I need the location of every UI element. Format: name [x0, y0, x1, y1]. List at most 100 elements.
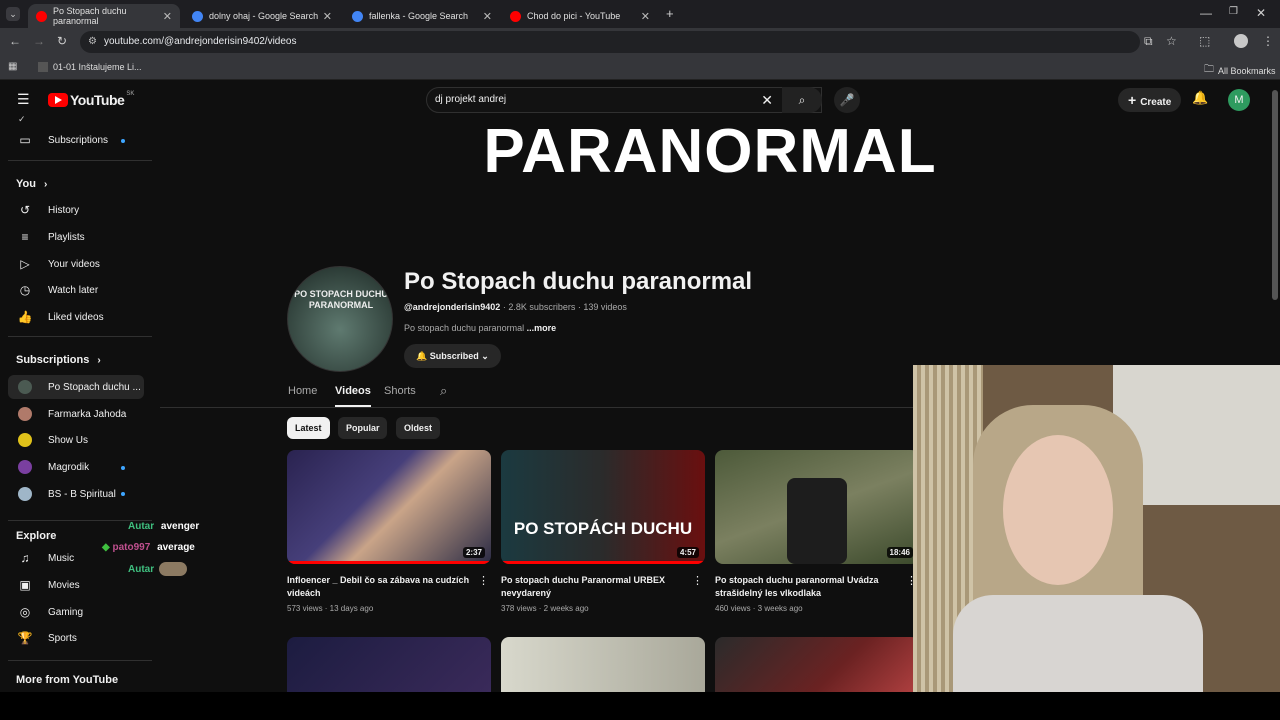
new-tab-icon[interactable]: + [666, 6, 674, 21]
search-icon: ⌕ [798, 92, 806, 107]
video-title[interactable]: Po stopach duchu Paranormal URBEX nevyda… [501, 574, 705, 600]
sidebar-you-heading[interactable]: You › [16, 178, 47, 190]
apps-icon[interactable]: ▦ [8, 61, 17, 72]
clock-icon: ◷ [19, 283, 31, 297]
channel-avatar [18, 407, 32, 421]
minimize-icon[interactable]: — [1200, 6, 1212, 20]
tab-0[interactable]: Po Stopach duchu paranormal ✕ [28, 4, 180, 28]
tab-search-icon[interactable]: ⌄ [6, 7, 20, 21]
hamburger-menu-icon[interactable]: ☰ [17, 91, 30, 108]
video-thumbnail[interactable] [501, 637, 705, 692]
you-heading-label: You [16, 178, 36, 190]
sidebar-item-playlists[interactable]: ≡ Playlists [8, 225, 144, 249]
filter-popular[interactable]: Popular [337, 417, 388, 439]
channel-search-icon[interactable]: ⌕ [440, 383, 447, 399]
bookmark-item[interactable]: 01-01 Inštalujeme Li... [38, 62, 142, 72]
restore-icon[interactable]: ❐ [1229, 6, 1238, 17]
channel-avatar-large[interactable]: PO STOPACH DUCHU PARANORMAL [287, 266, 393, 372]
video-card[interactable]: 2:37 Infloencer _ Debil čo sa zábava na … [287, 450, 491, 613]
forward-icon[interactable]: → [33, 34, 45, 48]
address-bar-row: ← → ↻ ⚙ youtube.com/@andrejonderisin9402… [0, 28, 1280, 56]
microphone-icon: 🎤 [839, 93, 855, 107]
video-thumbnail[interactable]: 2:37 [287, 450, 491, 564]
video-title[interactable]: Po stopach duchu paranormal Uvádza straš… [715, 574, 919, 600]
sidebar-item-history[interactable]: ↺ History [8, 198, 144, 222]
filter-latest[interactable]: Latest [287, 417, 330, 439]
tab-close-icon[interactable]: ✕ [323, 10, 332, 23]
webcam-overlay [913, 365, 1280, 692]
chevron-down-icon: ⌄ [481, 351, 489, 361]
video-thumbnail[interactable]: 18:46 [715, 450, 919, 564]
filter-oldest[interactable]: Oldest [395, 417, 440, 439]
page-scrollbar[interactable] [1272, 90, 1278, 300]
shorts-icon-partial[interactable]: ✓ [18, 114, 26, 125]
tab-videos[interactable]: Videos [335, 385, 371, 407]
your-videos-icon: ▷ [20, 257, 30, 271]
sidebar-item-gaming[interactable]: ◎ Gaming [8, 600, 144, 624]
tab-1[interactable]: dolny ohaj - Google Search ✕ [184, 4, 340, 28]
video-title[interactable]: Infloencer _ Debil čo sa zábava na cudzí… [287, 574, 491, 600]
account-avatar[interactable]: M [1228, 89, 1250, 111]
thumbnail-overlay-text: PO STOPÁCH DUCHU [513, 519, 693, 538]
video-menu-icon[interactable]: ⋮ [478, 574, 489, 587]
description-more[interactable]: ...more [527, 323, 557, 333]
new-content-dot [121, 492, 125, 496]
browser-menu-icon[interactable]: ⋮ [1262, 34, 1274, 48]
tab-shorts[interactable]: Shorts [384, 385, 416, 397]
sidebar-item-your-videos[interactable]: ▷ Your videos [8, 252, 144, 276]
chevron-right-icon: › [43, 178, 48, 190]
tab-3[interactable]: Chod do pici - YouTube ✕ [502, 4, 658, 28]
tab-close-icon[interactable]: ✕ [641, 10, 650, 23]
youtube-logo[interactable]: YouTube SK [48, 91, 134, 108]
video-thumbnail[interactable] [287, 637, 491, 692]
voice-search-button[interactable]: 🎤 [834, 87, 860, 113]
notifications-bell-icon[interactable]: 🔔 [1192, 90, 1208, 106]
cast-icon[interactable]: ⧉ [1144, 34, 1153, 49]
tab-home[interactable]: Home [288, 385, 317, 397]
video-thumbnail[interactable]: PO STOPÁCH DUCHU 4:57 [501, 450, 705, 564]
channel-description[interactable]: Po stopach duchu paranormal ...more [404, 323, 556, 333]
youtube-wordmark: YouTube [70, 92, 125, 108]
description-text: Po stopach duchu paranormal [404, 323, 525, 333]
sidebar-item-label: Your videos [48, 258, 100, 270]
back-icon[interactable]: ← [9, 34, 21, 48]
trophy-icon: 🏆 [17, 631, 33, 645]
close-window-icon[interactable]: ✕ [1256, 6, 1266, 20]
bookmark-star-icon[interactable]: ☆ [1166, 34, 1177, 48]
bookmark-favicon-icon [38, 62, 48, 72]
site-info-icon[interactable]: ⚙ [88, 31, 97, 53]
channel-avatar [18, 380, 32, 394]
sidebar-item-liked-videos[interactable]: 👍 Liked videos [8, 305, 144, 329]
sidebar-subscriptions-heading[interactable]: Subscriptions › [16, 354, 101, 366]
face-shape [1003, 435, 1113, 585]
chevron-right-icon: › [97, 354, 101, 366]
tab-close-icon[interactable]: ✕ [483, 10, 492, 23]
channel-name: Po Stopach duchu paranormal [404, 268, 753, 295]
sidebar-sub-show-us[interactable]: Show Us [8, 428, 144, 452]
all-bookmarks[interactable]: 🗀 All Bookmarks [1204, 62, 1276, 79]
tab-2[interactable]: fallenka - Google Search ✕ [344, 4, 500, 28]
url-field[interactable]: ⚙ youtube.com/@andrejonderisin9402/video… [80, 31, 1140, 53]
youtube-play-icon [48, 93, 68, 107]
video-card[interactable]: PO STOPÁCH DUCHU 4:57 Po stopach duchu P… [501, 450, 705, 613]
channel-avatar [18, 433, 32, 447]
search-input[interactable]: dj projekt andrej ✕ [426, 87, 822, 113]
tab-close-icon[interactable]: ✕ [163, 10, 172, 23]
extensions-icon[interactable]: ⬚ [1199, 34, 1210, 48]
sidebar-sub-farmarka[interactable]: Farmarka Jahoda [8, 402, 144, 426]
search-button[interactable]: ⌕ [782, 87, 822, 113]
create-button[interactable]: + Create [1118, 88, 1182, 112]
sidebar-item-sports[interactable]: 🏆 Sports [8, 626, 144, 650]
tab-title: Po Stopach duchu paranormal [53, 6, 127, 26]
channel-avatar [18, 487, 32, 501]
sidebar-item-movies[interactable]: ▣ Movies [8, 573, 144, 597]
profile-avatar[interactable] [1234, 34, 1248, 48]
clear-search-icon[interactable]: ✕ [761, 88, 773, 112]
subscribed-button[interactable]: 🔔 Subscribed ⌄ [404, 344, 501, 368]
video-menu-icon[interactable]: ⋮ [692, 574, 703, 587]
sidebar-sub-po-stopach[interactable]: Po Stopach duchu ... [8, 375, 144, 399]
sidebar-item-watch-later[interactable]: ◷ Watch later [8, 278, 144, 302]
video-card[interactable]: 18:46 Po stopach duchu paranormal Uvádza… [715, 450, 919, 613]
video-thumbnail[interactable] [715, 637, 919, 692]
reload-icon[interactable]: ↻ [57, 34, 67, 48]
